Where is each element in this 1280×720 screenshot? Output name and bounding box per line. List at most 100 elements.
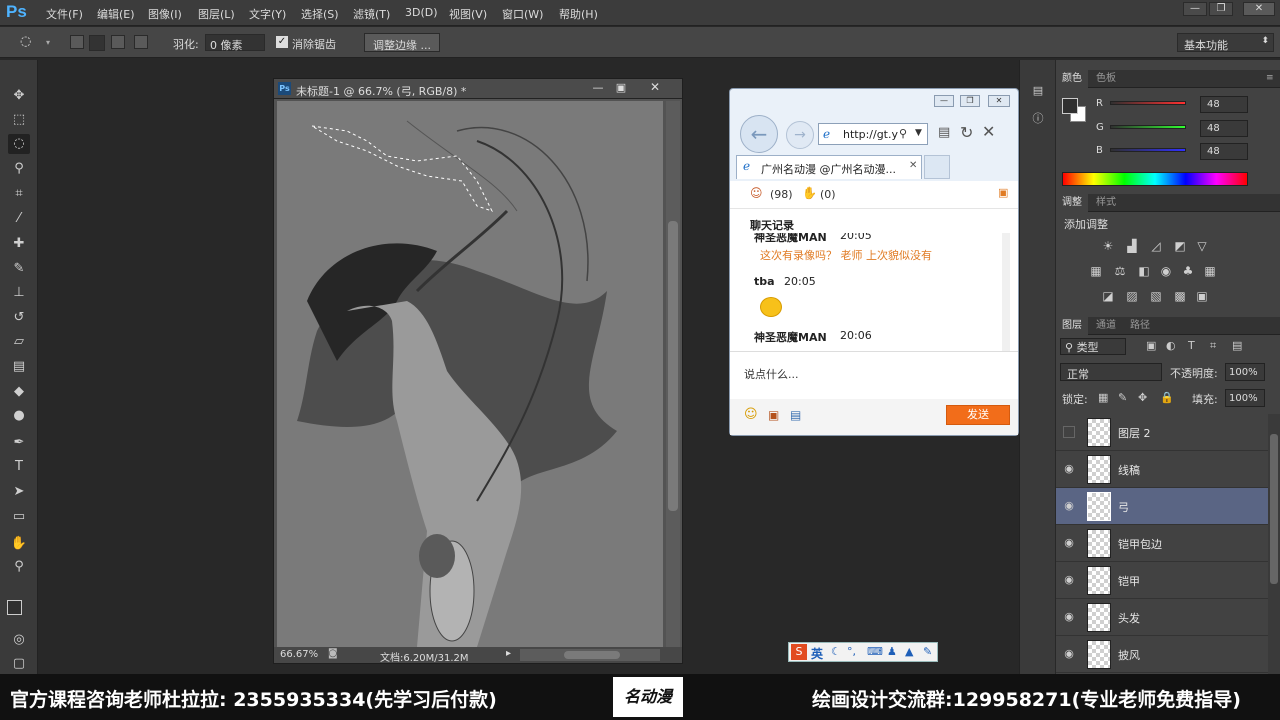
tab-channels[interactable]: 通道 xyxy=(1090,317,1122,335)
expand-icon[interactable]: ▣ xyxy=(998,186,1008,199)
b-value[interactable]: 48 xyxy=(1200,143,1248,160)
menu-window[interactable]: 窗口(W) xyxy=(502,6,543,22)
menu-view[interactable]: 视图(V) xyxy=(449,6,487,22)
b-slider[interactable] xyxy=(1110,148,1186,152)
menu-type[interactable]: 文字(Y) xyxy=(249,6,286,22)
zoom-level[interactable]: 66.67% xyxy=(280,649,318,660)
filter-smart-icon[interactable]: ▤ xyxy=(1232,339,1242,352)
sogou-icon[interactable]: S xyxy=(791,644,807,660)
quick-select-tool-icon[interactable]: ⚲ xyxy=(8,159,30,179)
r-value[interactable]: 48 xyxy=(1200,96,1248,113)
feather-input[interactable]: 0 像素 xyxy=(205,34,265,52)
menu-layer[interactable]: 图层(L) xyxy=(198,6,235,22)
screen-mode-icon[interactable]: ▢ xyxy=(8,654,30,674)
eye-icon[interactable]: ◉ xyxy=(1062,499,1076,513)
layer-filter-select[interactable]: ⚲ 类型 xyxy=(1060,338,1126,355)
scroll-thumb[interactable] xyxy=(1270,434,1278,584)
search-icon[interactable]: ⚲ xyxy=(899,127,907,140)
color-balance-icon[interactable]: ⚖ xyxy=(1112,264,1128,278)
foreground-color-swatch[interactable] xyxy=(7,600,22,615)
chat-input[interactable]: 说点什么... xyxy=(730,351,1018,399)
scroll-thumb[interactable] xyxy=(668,221,678,511)
curves-icon[interactable]: ◿ xyxy=(1148,239,1164,253)
chevron-down-icon[interactable]: ▼ xyxy=(915,128,922,138)
back-arrow-icon[interactable]: ← xyxy=(740,115,778,153)
tab-swatches[interactable]: 色板 xyxy=(1090,70,1122,88)
eyedropper-tool-icon[interactable]: ⁄ xyxy=(8,209,30,229)
document-vertical-scrollbar[interactable] xyxy=(666,101,680,647)
threshold-icon[interactable]: ▧ xyxy=(1148,289,1164,303)
layer-row[interactable]: ◉ 头发 xyxy=(1056,599,1268,636)
properties-panel-icon[interactable]: ⓘ xyxy=(1028,110,1048,128)
panel-menu-icon[interactable]: ≡ xyxy=(1266,73,1274,83)
antialias-checkbox[interactable]: ✓ xyxy=(276,36,288,48)
chevron-down-icon[interactable]: ▾ xyxy=(46,38,54,47)
address-bar[interactable]: ℯ http://gt.y ⚲ ▼ xyxy=(818,123,928,145)
marquee-tool-icon[interactable]: ⬚ xyxy=(8,110,30,130)
lock-all-icon[interactable]: 🔒 xyxy=(1160,391,1174,404)
history-brush-tool-icon[interactable]: ↺ xyxy=(8,308,30,328)
brightness-icon[interactable]: ☀ xyxy=(1100,239,1116,253)
close-button[interactable]: ✕ xyxy=(1243,2,1275,16)
filter-adjustment-icon[interactable]: ◐ xyxy=(1166,339,1176,352)
gradient-tool-icon[interactable]: ▤ xyxy=(8,357,30,377)
filter-shape-icon[interactable]: ⌗ xyxy=(1210,339,1216,353)
layer-row[interactable]: ◉ 线稿 xyxy=(1056,451,1268,488)
status-info-icon[interactable]: ◙ xyxy=(328,648,338,659)
vibrance-icon[interactable]: ▽ xyxy=(1194,239,1210,253)
invert-icon[interactable]: ◪ xyxy=(1100,289,1116,303)
gradient-map-icon[interactable]: ▩ xyxy=(1172,289,1188,303)
type-tool-icon[interactable]: T xyxy=(8,457,30,477)
lasso-icon[interactable]: ◌ xyxy=(20,34,44,50)
forward-arrow-icon[interactable]: → xyxy=(786,121,814,149)
eye-icon[interactable]: ◉ xyxy=(1062,536,1076,550)
image-icon[interactable]: ▣ xyxy=(768,408,779,422)
chat-scrollbar[interactable] xyxy=(1002,233,1010,351)
selective-color-icon[interactable]: ▣ xyxy=(1194,289,1210,303)
user-icon[interactable]: ♟ xyxy=(887,645,897,658)
tab-styles[interactable]: 样式 xyxy=(1090,194,1122,212)
opacity-input[interactable]: 100% xyxy=(1225,363,1265,381)
artwork-canvas[interactable] xyxy=(277,101,663,647)
black-white-icon[interactable]: ◧ xyxy=(1136,264,1152,278)
moon-icon[interactable]: ☾ xyxy=(831,645,841,658)
document-titlebar[interactable]: Ps 未标题-1 @ 66.7% (弓, RGB/8) * — ▣ ✕ xyxy=(274,79,682,99)
document-horizontal-scrollbar[interactable] xyxy=(520,649,660,661)
send-button[interactable]: 发送 xyxy=(946,405,1010,425)
chat-close-button[interactable]: ✕ xyxy=(988,95,1010,107)
quick-mask-icon[interactable]: ◎ xyxy=(8,630,30,650)
fg-color-preview[interactable] xyxy=(1062,98,1078,114)
lock-paint-icon[interactable]: ✎ xyxy=(1118,391,1127,404)
new-tab-button[interactable] xyxy=(924,155,950,179)
intersect-selection-icon[interactable] xyxy=(134,35,148,49)
workspace-select[interactable]: 基本功能 ⬍ xyxy=(1177,33,1274,52)
lasso-tool-icon[interactable]: ◌ xyxy=(8,134,30,154)
add-selection-icon[interactable] xyxy=(89,35,105,51)
r-slider[interactable] xyxy=(1110,101,1186,105)
visibility-toggle-off[interactable] xyxy=(1063,426,1075,438)
subtract-selection-icon[interactable] xyxy=(111,35,125,49)
new-selection-icon[interactable] xyxy=(70,35,84,49)
screenshot-icon[interactable]: ▤ xyxy=(790,408,801,422)
layer-row[interactable]: ◉ 铠甲 xyxy=(1056,562,1268,599)
g-slider[interactable] xyxy=(1110,125,1186,129)
blend-mode-select[interactable]: 正常 xyxy=(1060,363,1162,381)
clone-stamp-tool-icon[interactable]: ⊥ xyxy=(8,283,30,303)
lock-transparent-icon[interactable]: ▦ xyxy=(1098,391,1108,404)
blur-tool-icon[interactable]: ◆ xyxy=(8,382,30,402)
eye-icon[interactable]: ◉ xyxy=(1062,610,1076,624)
hand-tool-icon[interactable]: ✋ xyxy=(8,534,30,554)
posterize-icon[interactable]: ▨ xyxy=(1124,289,1140,303)
punctuation-icon[interactable]: °, xyxy=(847,645,856,658)
exposure-icon[interactable]: ◩ xyxy=(1172,239,1188,253)
lock-move-icon[interactable]: ✥ xyxy=(1138,391,1147,404)
filter-type-icon[interactable]: T xyxy=(1188,339,1195,352)
menu-help[interactable]: 帮助(H) xyxy=(559,6,598,22)
photo-filter-icon[interactable]: ◉ xyxy=(1158,264,1174,278)
filter-pixel-icon[interactable]: ▣ xyxy=(1146,339,1156,352)
color-lookup-icon[interactable]: ▦ xyxy=(1202,264,1218,278)
dodge-tool-icon[interactable]: ● xyxy=(8,406,30,426)
tab-adjustments[interactable]: 调整 xyxy=(1056,194,1088,212)
restore-button[interactable]: ❐ xyxy=(1209,2,1233,16)
menu-edit[interactable]: 编辑(E) xyxy=(97,6,135,22)
